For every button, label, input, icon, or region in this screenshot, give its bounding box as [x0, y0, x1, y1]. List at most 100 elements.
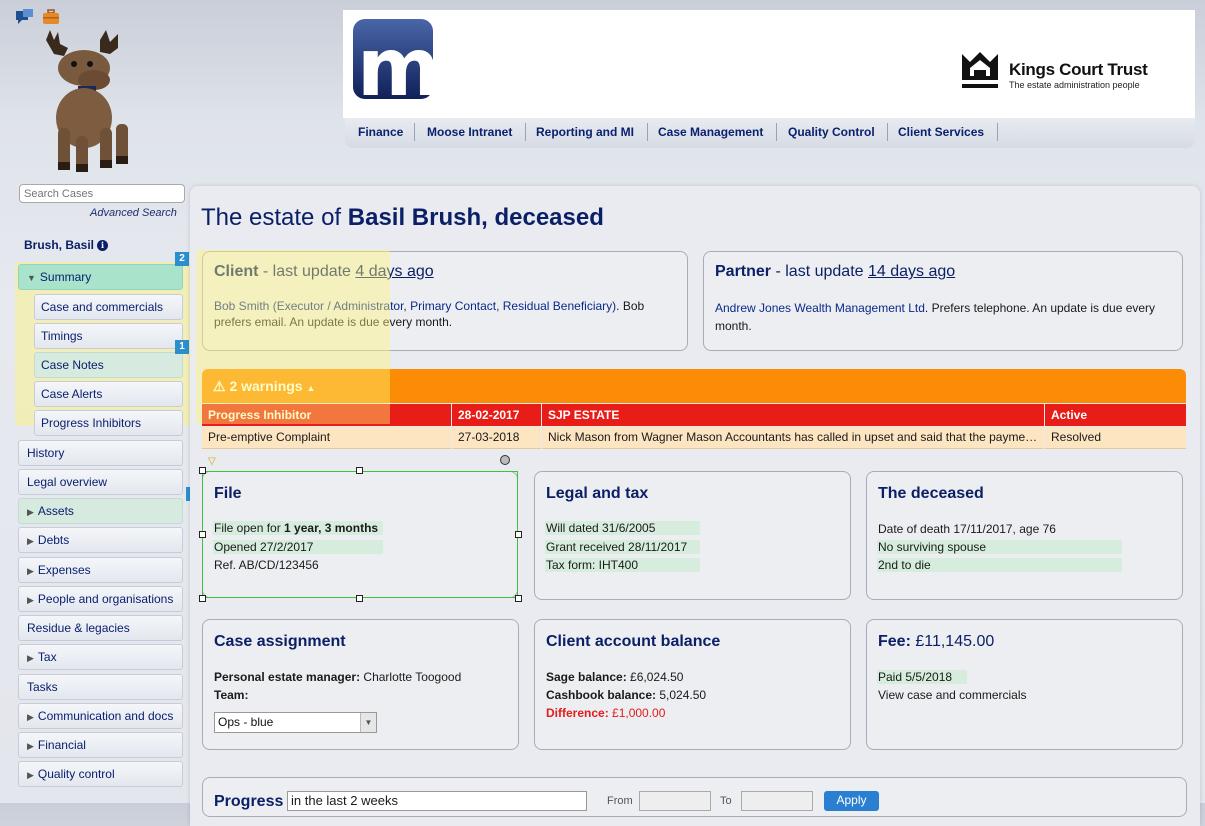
sidebar-item-residue-and-legacies[interactable]: Residue & legacies — [18, 615, 183, 641]
sidebar-item-progress-inhibitors[interactable]: Progress Inhibitors — [34, 410, 183, 436]
fee-card-title: Fee: £11,145.00 — [878, 633, 994, 651]
sidebar-item-label: Summary — [39, 270, 92, 284]
team-label-text: Team: — [214, 688, 249, 702]
sidebar-item-people-and-organisations[interactable]: ▶ People and organisations — [18, 586, 183, 612]
resize-handle[interactable] — [356, 595, 363, 602]
resize-handle[interactable] — [515, 595, 522, 602]
sidebar-item-assets[interactable]: ▶ Assets — [18, 498, 183, 524]
sidebar-item-legal-overview[interactable]: Legal overview — [18, 469, 183, 495]
sidebar-item-financial[interactable]: ▶ Financial — [18, 732, 183, 758]
chevron-right-icon: ▶ — [27, 770, 34, 780]
sidebar-item-quality-control[interactable]: ▶ Quality control — [18, 761, 183, 787]
legal-grant-line: Grant received 28/11/2017 — [545, 540, 700, 554]
chevron-right-icon: ▶ — [27, 536, 34, 546]
sidebar-item-case-notes[interactable]: Case Notes — [34, 352, 183, 378]
nav-separator — [997, 123, 998, 141]
client-card-title: Client - last update 4 days ago — [214, 263, 434, 281]
from-date-input[interactable] — [639, 791, 711, 811]
warning-row-status[interactable]: Resolved — [1045, 427, 1186, 449]
sidebar-item-label: Timings — [41, 329, 83, 343]
sidebar-item-case-alerts[interactable]: Case Alerts — [34, 381, 183, 407]
chevron-right-icon: ▶ — [27, 741, 34, 751]
nav-separator — [887, 123, 888, 141]
sage-balance-line: Sage balance: £6,024.50 — [546, 670, 683, 684]
resize-handle[interactable] — [356, 467, 363, 474]
sidebar-item-label: Case Alerts — [41, 387, 103, 401]
nav-quality-control[interactable]: Quality Control — [788, 125, 875, 139]
resize-handle[interactable] — [199, 595, 206, 602]
progress-period-select[interactable]: in the last 2 weeks — [287, 791, 587, 811]
moose-mascot-image — [46, 30, 128, 172]
client-contact-line: Bob Smith (Executor / Administrator, Pri… — [214, 299, 644, 313]
anchor-triangle-icon[interactable]: ▽ — [208, 456, 216, 467]
resize-handle[interactable] — [199, 531, 206, 538]
warnings-title: 2 warnings — [229, 378, 303, 394]
sidebar-item-timings[interactable]: Timings — [34, 323, 183, 349]
client-line1-rest: . Bob — [616, 299, 645, 313]
nav-finance[interactable]: Finance — [358, 125, 403, 139]
warnings-toggle[interactable]: ⚠ 2 warnings ▲ — [213, 378, 315, 395]
nav-separator — [525, 123, 526, 141]
moose-logo[interactable]: moose — [353, 19, 633, 101]
chevron-right-icon: ▶ — [27, 566, 34, 576]
assignment-card-title: Case assignment — [214, 633, 346, 650]
sidebar-item-tax[interactable]: ▶ Tax — [18, 644, 183, 670]
nav-reporting-and-mi[interactable]: Reporting and MI — [536, 125, 634, 139]
resize-handle[interactable] — [515, 531, 522, 538]
warnings-header-type: Progress Inhibitor — [202, 404, 451, 426]
sidebar-item-label: Residue & legacies — [27, 621, 130, 635]
to-date-input[interactable] — [741, 791, 813, 811]
chat-icon[interactable] — [16, 9, 34, 25]
company-tagline: The estate administration people — [1009, 80, 1140, 90]
sidebar-item-communication-and-docs[interactable]: ▶ Communication and docs — [18, 703, 183, 729]
team-select[interactable]: Ops - blue ▼ — [214, 712, 377, 733]
info-icon[interactable]: i — [97, 240, 109, 251]
sidebar-item-label: Assets — [37, 504, 74, 518]
warning-row-date[interactable]: 27-03-2018 — [452, 427, 541, 449]
rotate-handle-icon[interactable] — [500, 455, 510, 465]
client-update-link[interactable]: 4 days ago — [355, 263, 433, 280]
fee-value: £11,145.00 — [910, 633, 995, 650]
fee-label: Fee: — [878, 633, 911, 650]
sidebar-item-label: Tasks — [27, 680, 58, 694]
partner-title: Partner — [715, 263, 772, 280]
client-contact-link[interactable]: Bob Smith (Executor / Administrator, Pri… — [214, 299, 616, 313]
selection-box — [202, 471, 518, 598]
partner-contact-link[interactable]: Andrew Jones Wealth Management Ltd — [715, 301, 925, 315]
partner-update-prefix: - last update — [771, 263, 868, 280]
sidebar-item-label: Communication and docs — [37, 709, 174, 723]
sidebar-item-label: Progress Inhibitors — [41, 416, 142, 430]
warning-row-type[interactable]: Pre-emptive Complaint — [202, 427, 451, 449]
team-label: Team: — [214, 688, 248, 702]
dropdown-arrow-icon: ▼ — [360, 713, 376, 732]
sidebar-item-label: Debts — [37, 533, 70, 547]
page-title: The estate of Basil Brush, deceased — [201, 204, 604, 232]
sidebar-item-summary[interactable]: ▼ Summary — [18, 264, 183, 290]
chevron-right-icon: ▶ — [27, 507, 34, 517]
difference-value: £1,000.00 — [608, 706, 666, 720]
sidebar-item-tasks[interactable]: Tasks — [18, 674, 183, 700]
search-cases-input[interactable] — [19, 184, 185, 203]
caret-up-icon: ▲ — [306, 383, 316, 393]
partner-contact-line: Andrew Jones Wealth Management Ltd. Pref… — [715, 301, 1155, 315]
partner-update-link[interactable]: 14 days ago — [868, 263, 955, 280]
page-title-name: Basil Brush, deceased — [347, 204, 604, 231]
sidebar-item-label: Quality control — [37, 767, 115, 781]
nav-case-management[interactable]: Case Management — [658, 125, 763, 139]
nav-moose-intranet[interactable]: Moose Intranet — [427, 125, 512, 139]
sidebar-item-expenses[interactable]: ▶ Expenses — [18, 557, 183, 583]
advanced-search-link[interactable]: Advanced Search — [90, 207, 177, 219]
sidebar-item-history[interactable]: History — [18, 440, 183, 466]
sidebar-item-case-and-commercials[interactable]: Case and commercials — [34, 294, 183, 320]
difference-line: Difference: £1,000.00 — [546, 706, 665, 720]
nav-client-services[interactable]: Client Services — [898, 125, 984, 139]
apply-button[interactable]: Apply — [824, 791, 879, 811]
progress-title: Progress — [214, 793, 284, 810]
briefcase-icon[interactable] — [42, 9, 60, 25]
legal-card-title: Legal and tax — [546, 485, 649, 502]
resize-handle[interactable] — [199, 467, 206, 474]
warning-row-desc[interactable]: Nick Mason from Wagner Mason Accountants… — [542, 427, 1044, 449]
view-case-commercials-link[interactable]: View case and commercials — [878, 688, 1027, 702]
warnings-bar[interactable] — [202, 369, 1186, 403]
sidebar-item-debts[interactable]: ▶ Debts — [18, 527, 183, 553]
